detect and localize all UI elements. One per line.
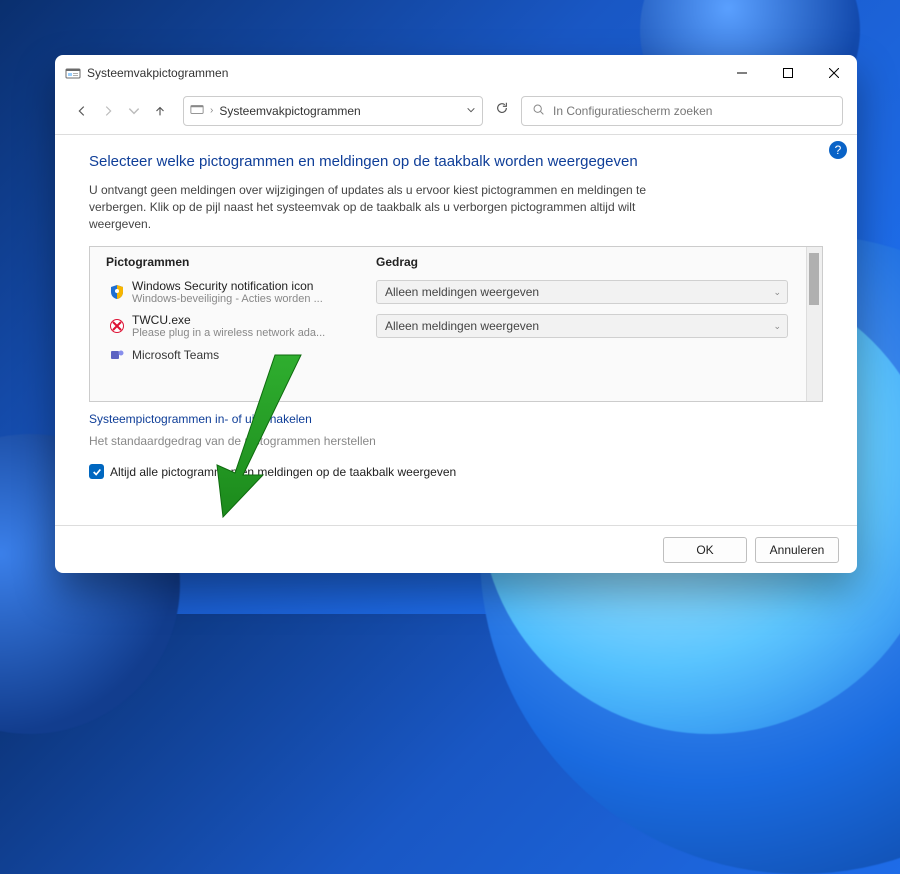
teams-icon bbox=[106, 347, 128, 363]
search-icon bbox=[532, 103, 545, 119]
forward-button[interactable] bbox=[99, 104, 117, 118]
table-row: TWCU.exe Please plug in a wireless netwo… bbox=[90, 309, 804, 343]
behavior-value: Alleen meldingen weergeven bbox=[385, 319, 539, 333]
chevron-down-icon: ⌄ bbox=[773, 287, 781, 298]
address-dropdown-icon[interactable] bbox=[466, 104, 476, 118]
table-row: Windows Security notification icon Windo… bbox=[90, 275, 804, 309]
restore-defaults-link[interactable]: Het standaardgedrag van de pictogrammen … bbox=[89, 434, 376, 448]
address-bar[interactable]: › Systeemvakpictogrammen bbox=[183, 96, 483, 126]
search-placeholder: In Configuratiescherm zoeken bbox=[553, 104, 712, 118]
back-button[interactable] bbox=[73, 104, 91, 118]
table-row: Microsoft Teams bbox=[90, 343, 804, 367]
search-input[interactable]: In Configuratiescherm zoeken bbox=[521, 96, 843, 126]
behavior-select[interactable]: Alleen meldingen weergeven ⌄ bbox=[376, 280, 788, 304]
breadcrumb[interactable]: Systeemvakpictogrammen bbox=[219, 104, 360, 118]
dialog-footer: OK Annuleren bbox=[55, 525, 857, 573]
window-title: Systeemvakpictogrammen bbox=[87, 66, 719, 80]
scrollbar-thumb[interactable] bbox=[809, 253, 819, 305]
titlebar: Systeemvakpictogrammen bbox=[55, 55, 857, 91]
help-button[interactable]: ? bbox=[829, 141, 847, 159]
address-chevron-icon: › bbox=[210, 105, 213, 116]
row-title: Windows Security notification icon bbox=[132, 279, 376, 293]
row-title: TWCU.exe bbox=[132, 313, 376, 327]
cancel-button[interactable]: Annuleren bbox=[755, 537, 839, 563]
icons-list: Pictogrammen Gedrag Windows Security not… bbox=[89, 246, 823, 402]
close-button[interactable] bbox=[811, 57, 857, 89]
row-subtitle: Windows-beveiliging - Acties worden ... bbox=[132, 293, 376, 305]
always-show-checkbox[interactable] bbox=[89, 464, 104, 479]
page-heading: Selecteer welke pictogrammen en meldinge… bbox=[89, 153, 823, 170]
row-subtitle: Please plug in a wireless network ada... bbox=[132, 327, 376, 339]
ok-button[interactable]: OK bbox=[663, 537, 747, 563]
column-header-behavior: Gedrag bbox=[376, 255, 806, 269]
scrollbar-track[interactable] bbox=[806, 247, 822, 401]
navigation-bar: › Systeemvakpictogrammen In Configuratie… bbox=[55, 91, 857, 135]
behavior-value: Alleen meldingen weergeven bbox=[385, 285, 539, 299]
content-area: ? Selecteer welke pictogrammen en meldin… bbox=[55, 135, 857, 525]
minimize-button[interactable] bbox=[719, 57, 765, 89]
column-header-icons: Pictogrammen bbox=[106, 255, 376, 269]
always-show-label: Altijd alle pictogrammen en meldingen op… bbox=[110, 465, 456, 479]
maximize-button[interactable] bbox=[765, 57, 811, 89]
control-panel-window: Systeemvakpictogrammen bbox=[55, 55, 857, 573]
network-error-icon bbox=[106, 318, 128, 334]
refresh-button[interactable] bbox=[491, 101, 513, 120]
page-description: U ontvangt geen meldingen over wijziging… bbox=[89, 182, 699, 232]
chevron-down-icon: ⌄ bbox=[773, 321, 781, 332]
app-icon bbox=[65, 65, 81, 81]
address-icon bbox=[190, 102, 204, 119]
shield-icon bbox=[106, 284, 128, 300]
toggle-system-icons-link[interactable]: Systeempictogrammen in- of uitschakelen bbox=[89, 412, 312, 426]
behavior-select[interactable]: Alleen meldingen weergeven ⌄ bbox=[376, 314, 788, 338]
row-title: Microsoft Teams bbox=[132, 348, 376, 362]
recent-dropdown[interactable] bbox=[125, 104, 143, 118]
up-button[interactable] bbox=[151, 104, 169, 118]
